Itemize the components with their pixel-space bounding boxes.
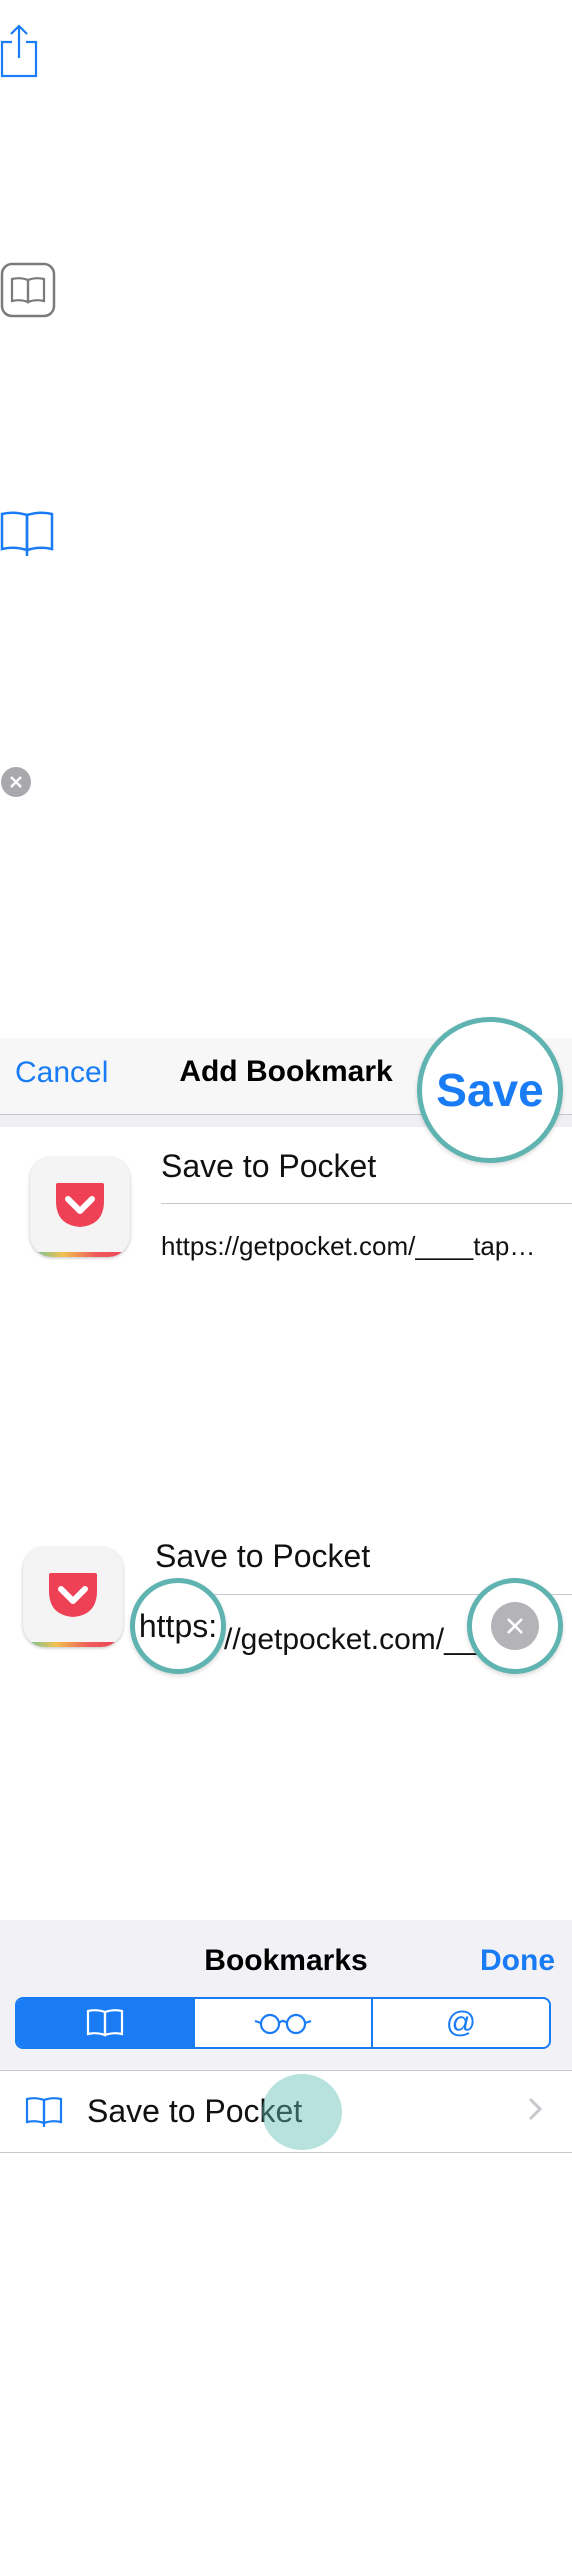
url-scheme-highlight: https: — [130, 1578, 226, 1674]
bookmarks-book-icon[interactable] — [0, 262, 58, 320]
tab-shared-links[interactable]: @ — [373, 1999, 549, 2047]
clear-icon — [491, 1602, 539, 1650]
open-book-icon — [86, 2009, 124, 2037]
clear-icon[interactable] — [0, 766, 34, 800]
tab-reading-list[interactable] — [195, 1999, 373, 2047]
field-divider — [161, 1203, 572, 1204]
save-button[interactable]: Save — [417, 1017, 563, 1163]
pocket-app-icon-zoom — [23, 1547, 123, 1647]
save-label: Save — [436, 1064, 544, 1116]
url-scheme-label: https: — [138, 1607, 218, 1644]
pocket-app-icon — [30, 1157, 130, 1257]
chevron-right-icon — [526, 2095, 544, 2128]
bookmark-url-field[interactable]: https://getpocket.com/____tap… — [161, 1231, 535, 1262]
pocket-logo-icon — [49, 1573, 97, 1617]
tab-bookmarks[interactable] — [17, 1999, 195, 2047]
clear-url-button[interactable] — [467, 1578, 563, 1674]
zoom-bookmark-title[interactable]: Save to Pocket — [155, 1538, 370, 1575]
open-book-icon[interactable] — [0, 508, 56, 558]
tap-indicator — [262, 2074, 342, 2150]
bookmark-title-field[interactable]: Save to Pocket — [161, 1148, 376, 1185]
glasses-icon — [254, 2013, 312, 2035]
pocket-logo-icon — [56, 1183, 104, 1227]
share-icon[interactable] — [0, 22, 40, 78]
done-button[interactable]: Done — [480, 1944, 555, 1978]
at-sign-icon: @ — [445, 2006, 477, 2039]
bookmarks-segmented-control: @ — [15, 1997, 551, 2049]
open-book-icon — [24, 2095, 64, 2134]
zoom-url-rest[interactable]: //getpocket.com/___ — [224, 1623, 494, 1657]
